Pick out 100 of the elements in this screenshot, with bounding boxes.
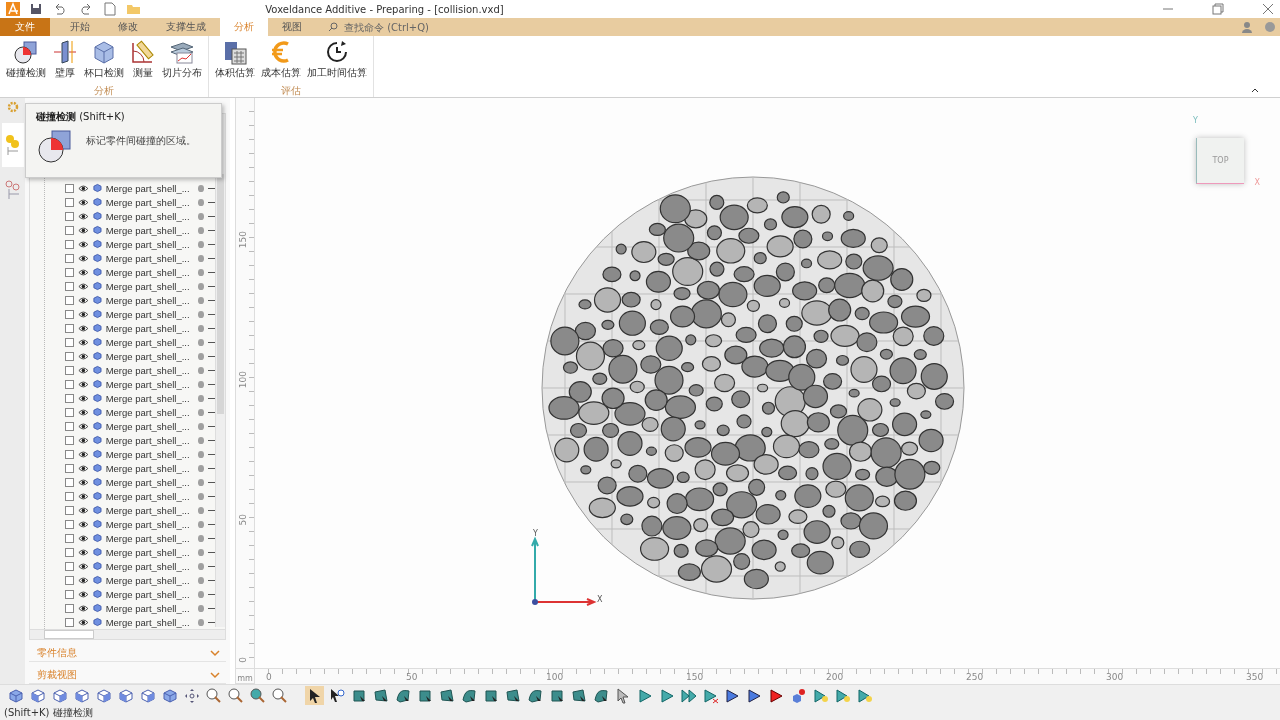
eye-icon[interactable] (78, 295, 89, 305)
ribbon-button[interactable]: 成本估算 (259, 36, 303, 84)
zoom-button[interactable] (248, 686, 267, 705)
ribbon-tab[interactable]: 开始 (56, 18, 104, 36)
part-name[interactable]: Merge part_shell_... (105, 252, 190, 264)
eye-icon[interactable] (78, 463, 89, 473)
part-name[interactable]: Merge part_shell_... (105, 602, 190, 614)
eye-icon[interactable] (78, 379, 89, 389)
checkbox[interactable] (65, 225, 74, 235)
close-icon[interactable] (1262, 3, 1274, 15)
eye-icon[interactable] (78, 449, 89, 459)
tool-button[interactable] (569, 686, 588, 705)
user-icon[interactable] (1240, 20, 1254, 34)
checkbox[interactable] (65, 211, 74, 221)
part-name[interactable]: Merge part_shell_... (105, 336, 190, 348)
eye-icon[interactable] (78, 505, 89, 515)
checkbox[interactable] (65, 323, 74, 333)
ribbon-button[interactable]: 切片分布 (160, 36, 204, 84)
checkbox[interactable] (65, 267, 74, 277)
eye-icon[interactable] (78, 491, 89, 501)
eye-icon[interactable] (78, 617, 89, 627)
part-name[interactable]: Merge part_shell_... (105, 462, 190, 474)
checkbox[interactable] (65, 407, 74, 417)
checkbox[interactable] (65, 519, 74, 529)
eye-icon[interactable] (78, 533, 89, 543)
eye-icon[interactable] (78, 253, 89, 263)
part-name[interactable]: Merge part_shell_... (105, 434, 190, 446)
part-name[interactable]: Merge part_shell_... (105, 266, 190, 278)
checkbox[interactable] (65, 533, 74, 543)
tool-button[interactable] (305, 686, 324, 705)
eye-icon[interactable] (78, 337, 89, 347)
checkbox[interactable] (65, 183, 74, 193)
part-name[interactable]: Merge part_shell_... (105, 504, 190, 516)
checkbox[interactable] (65, 449, 74, 459)
part-name[interactable]: Merge part_shell_... (105, 322, 190, 334)
checkbox[interactable] (65, 477, 74, 487)
ribbon-button[interactable]: 测量 (128, 36, 158, 84)
eye-icon[interactable] (78, 435, 89, 445)
checkbox[interactable] (65, 575, 74, 585)
eye-icon[interactable] (78, 225, 89, 235)
checkbox[interactable] (65, 547, 74, 557)
checkbox[interactable] (65, 295, 74, 305)
checkbox[interactable] (65, 309, 74, 319)
eye-icon[interactable] (78, 589, 89, 599)
part-name[interactable]: Merge part_shell_... (105, 378, 190, 390)
part-name[interactable]: Merge part_shell_... (105, 350, 190, 362)
eye-icon[interactable] (78, 561, 89, 571)
restore-icon[interactable] (1212, 3, 1224, 15)
save-icon[interactable] (30, 3, 42, 15)
tool-button[interactable] (503, 686, 522, 705)
part-name[interactable]: Merge part_shell_... (105, 546, 190, 558)
part-name[interactable]: Merge part_shell_... (105, 364, 190, 376)
eye-icon[interactable] (78, 547, 89, 557)
ribbon-tab[interactable]: 修改 (104, 18, 152, 36)
checkbox[interactable] (65, 281, 74, 291)
part-name[interactable]: Merge part_shell_... (105, 406, 190, 418)
part-name[interactable]: Merge part_shell_... (105, 392, 190, 404)
part-name[interactable]: Merge part_shell_... (105, 490, 190, 502)
checkbox[interactable] (65, 561, 74, 571)
search-field[interactable]: 查找命令 (Ctrl+Q) (342, 20, 482, 34)
part-name[interactable]: Merge part_shell_... (105, 196, 190, 208)
part-name[interactable]: Merge part_shell_... (105, 448, 190, 460)
eye-icon[interactable] (78, 351, 89, 361)
part-name[interactable]: Merge part_shell_... (105, 616, 190, 628)
checkbox[interactable] (65, 603, 74, 613)
eye-icon[interactable] (78, 267, 89, 277)
eye-icon[interactable] (78, 519, 89, 529)
checkbox[interactable] (65, 617, 74, 627)
checkbox[interactable] (65, 351, 74, 361)
checkbox[interactable] (65, 337, 74, 347)
eye-icon[interactable] (78, 407, 89, 417)
part-name[interactable]: Merge part_shell_... (105, 238, 190, 250)
ribbon-button[interactable]: 体积估算 (213, 36, 257, 84)
checkbox[interactable] (65, 253, 74, 263)
eye-icon[interactable] (78, 575, 89, 585)
part-name[interactable]: Merge part_shell_... (105, 588, 190, 600)
part-name[interactable]: Merge part_shell_... (105, 518, 190, 530)
eye-icon[interactable] (78, 421, 89, 431)
part-name[interactable]: Merge part_shell_... (105, 308, 190, 320)
checkbox[interactable] (65, 589, 74, 599)
checkbox[interactable] (65, 365, 74, 375)
part-name[interactable]: Merge part_shell_... (105, 224, 190, 236)
eye-icon[interactable] (78, 365, 89, 375)
eye-icon[interactable] (78, 323, 89, 333)
scrollbar-thumb[interactable] (217, 174, 224, 414)
eye-icon[interactable] (78, 239, 89, 249)
ribbon-button[interactable]: 杯口检测 (82, 36, 126, 84)
scrollbar-thumb[interactable] (44, 630, 94, 639)
checkbox[interactable] (65, 491, 74, 501)
ribbon-tab[interactable]: 支撑生成 (152, 18, 220, 36)
part-name[interactable]: Merge part_shell_... (105, 182, 190, 194)
checkbox[interactable] (65, 463, 74, 473)
eye-icon[interactable] (78, 477, 89, 487)
ribbon-tab[interactable]: 视图 (268, 18, 316, 36)
eye-icon[interactable] (78, 603, 89, 613)
part-name[interactable]: Merge part_shell_... (105, 420, 190, 432)
part-name[interactable]: Merge part_shell_... (105, 574, 190, 586)
checkbox[interactable] (65, 379, 74, 389)
part-name[interactable]: Merge part_shell_... (105, 476, 190, 488)
file-menu-tab[interactable]: 文件 (0, 18, 50, 36)
